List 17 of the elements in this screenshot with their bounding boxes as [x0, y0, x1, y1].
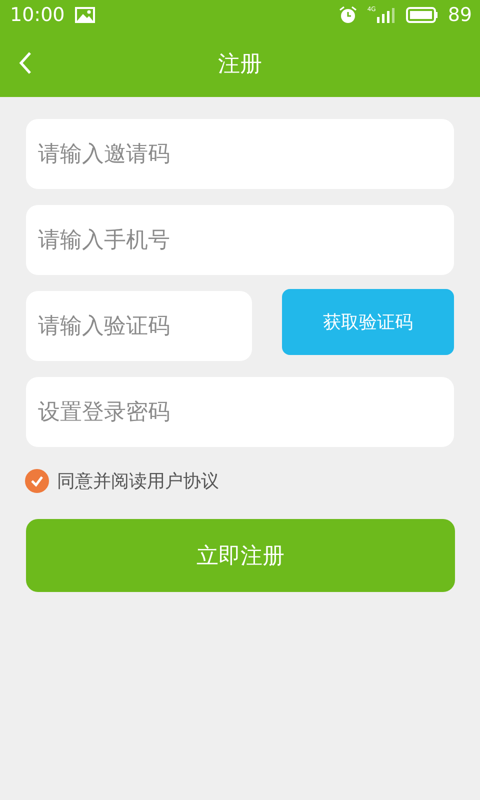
alarm-icon [339, 6, 358, 24]
back-icon[interactable] [18, 51, 32, 75]
input-field[interactable]: 请输入邀请码 [26, 119, 454, 189]
image-icon [74, 7, 95, 23]
agreement-label: 同意并阅读用户协议 [57, 470, 219, 493]
battery-level: 89 [448, 4, 472, 26]
get-code-button[interactable]: 获取验证码 [282, 289, 454, 355]
register-button[interactable]: 立即注册 [26, 519, 455, 592]
input-field[interactable]: 设置登录密码 [26, 377, 454, 447]
checkbox[interactable] [25, 469, 49, 493]
check-icon [30, 475, 44, 487]
input-field[interactable]: 请输入验证码 [26, 291, 252, 361]
battery-icon [406, 7, 438, 23]
signal-icon [376, 7, 396, 23]
clock-time: 10:00 [10, 4, 65, 26]
input-field[interactable]: 请输入手机号 [26, 205, 454, 275]
page-title: 注册 [218, 50, 262, 78]
